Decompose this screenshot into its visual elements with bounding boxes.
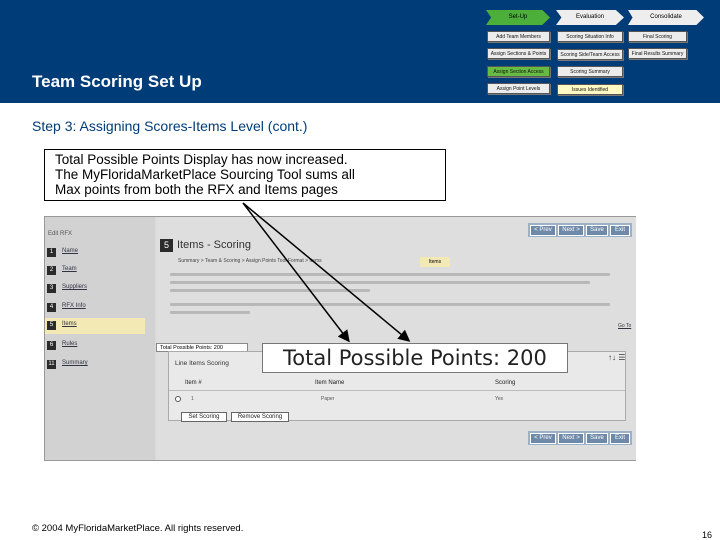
sidebar-item-name[interactable]: 1 Name — [45, 245, 145, 261]
instruction-text-line — [170, 311, 250, 314]
flow-box-assign-points: Assign Point Levels — [487, 83, 550, 94]
next-button[interactable]: Next > — [558, 225, 584, 236]
cell-item-name: Paper — [321, 396, 335, 402]
sidebar-item-summary[interactable]: 11 Summary — [45, 357, 145, 373]
row-select-radio[interactable] — [175, 396, 181, 402]
flow-box-final-summary: Final Results Summary — [628, 48, 687, 59]
table-title: Line Items Scoring — [175, 360, 229, 367]
remove-scoring-button[interactable]: Remove Scoring — [231, 412, 289, 422]
section-title: Items - Scoring — [177, 239, 251, 251]
sidebar-item-items[interactable]: 5 Items — [45, 318, 145, 334]
flow-box-scoring-access: Scoring Side/Team Access — [557, 49, 623, 60]
bottom-button-strip: < Prev Next > Save Exit — [528, 431, 632, 445]
save-button[interactable]: Save — [586, 225, 608, 236]
column-header-scoring: Scoring — [495, 380, 516, 386]
next-button[interactable]: Next > — [558, 433, 584, 444]
section-number: 5 — [160, 239, 173, 252]
save-button[interactable]: Save — [586, 433, 608, 444]
flow-tab-setup: Set-Up — [486, 10, 550, 25]
prev-button[interactable]: < Prev — [530, 433, 556, 444]
top-button-strip: < Prev Next > Save Exit — [528, 223, 632, 237]
set-scoring-button[interactable]: Set Scoring — [181, 412, 227, 422]
embedded-screenshot: Edit RFX 1 Name 2 Team 3 Suppliers 4 RFX… — [44, 216, 636, 461]
callout-line: Max points from both the RFX and Items p… — [55, 182, 338, 197]
prev-button[interactable]: < Prev — [530, 225, 556, 236]
sidebar-item-label: Suppliers — [62, 284, 88, 290]
flow-box-add-team: Add Team Members — [487, 31, 550, 42]
sidebar-item-rules[interactable]: 6 Rules — [45, 338, 145, 354]
callout-box: Total Possible Points Display has now in… — [44, 149, 446, 201]
flow-box-final-scoring: Final Scoring — [628, 31, 687, 42]
cell-item-num: 1 — [191, 396, 194, 402]
flow-box-scoring-info: Scoring Situation Info — [557, 31, 623, 42]
sidebar-item-suppliers[interactable]: 3 Suppliers — [45, 281, 145, 297]
row-divider — [169, 390, 625, 391]
copyright-text: © 2004 MyFloridaMarketPlace. All rights … — [32, 523, 244, 534]
page-number: 16 — [702, 530, 713, 540]
column-header-item-name: Item Name — [315, 380, 345, 386]
rfx-sidebar: Edit RFX 1 Name 2 Team 3 Suppliers 4 RFX… — [45, 217, 155, 460]
instruction-text-line — [170, 281, 590, 284]
table-tools-icon[interactable]: ↑↓ ☰ — [608, 353, 625, 362]
rfx-main-panel: < Prev Next > Save Exit 5 Items - Scorin… — [156, 217, 636, 460]
instruction-text-line — [170, 303, 610, 306]
exit-button[interactable]: Exit — [610, 433, 630, 444]
exit-button[interactable]: Exit — [610, 225, 630, 236]
header-banner: Team Scoring Set Up Set-Up Evaluation Co… — [0, 0, 720, 103]
flow-box-assign-access: Assign Section Access — [487, 66, 550, 77]
column-header-item-num: Item # — [185, 380, 202, 386]
sidebar-item-number: 11 — [47, 360, 56, 369]
sidebar-item-team[interactable]: 2 Team — [45, 263, 145, 279]
sidebar-header: Edit RFX — [48, 231, 73, 237]
help-link[interactable]: Go To — [618, 323, 631, 329]
flow-box-scoring-summary: Scoring Summary — [557, 66, 623, 77]
sidebar-item-number: 3 — [47, 284, 56, 293]
instruction-text-line — [170, 273, 610, 276]
flow-tab-evaluation: Evaluation — [556, 10, 624, 25]
sidebar-item-number: 2 — [47, 266, 56, 275]
total-possible-points-zoom: Total Possible Points: 200 — [262, 343, 568, 373]
cell-scoring: Yes — [495, 396, 504, 402]
flow-box-assign-sections: Assign Sections & Points — [487, 48, 550, 59]
sidebar-item-label: Name — [62, 248, 79, 254]
instruction-text-line — [170, 289, 370, 292]
callout-line: Total Possible Points Display has now in… — [55, 152, 348, 167]
callout-line: The MyFloridaMarketPlace Sourcing Tool s… — [55, 167, 355, 182]
sidebar-item-label: Team — [62, 266, 77, 272]
sidebar-item-number: 5 — [47, 321, 56, 330]
flow-tab-consolidate: Consolidate — [628, 10, 704, 25]
flow-box-issues: Issues Identified — [557, 84, 623, 95]
sidebar-item-label: Rules — [62, 341, 78, 347]
sidebar-item-number: 4 — [47, 303, 56, 312]
sidebar-item-rfx-info[interactable]: 4 RFX Info — [45, 300, 145, 316]
sidebar-item-number: 6 — [47, 341, 56, 350]
breadcrumb-current: Items — [420, 257, 450, 267]
sidebar-item-label: RFX Info — [62, 303, 86, 309]
page-title: Team Scoring Set Up — [32, 72, 202, 91]
sidebar-item-label: Summary — [62, 360, 88, 366]
breadcrumb: Summary > Team & Scoring > Assign Points… — [178, 258, 322, 264]
sidebar-item-label: Items — [62, 321, 77, 327]
step-heading: Step 3: Assigning Scores-Items Level (co… — [32, 118, 308, 134]
sidebar-item-number: 1 — [47, 248, 56, 257]
